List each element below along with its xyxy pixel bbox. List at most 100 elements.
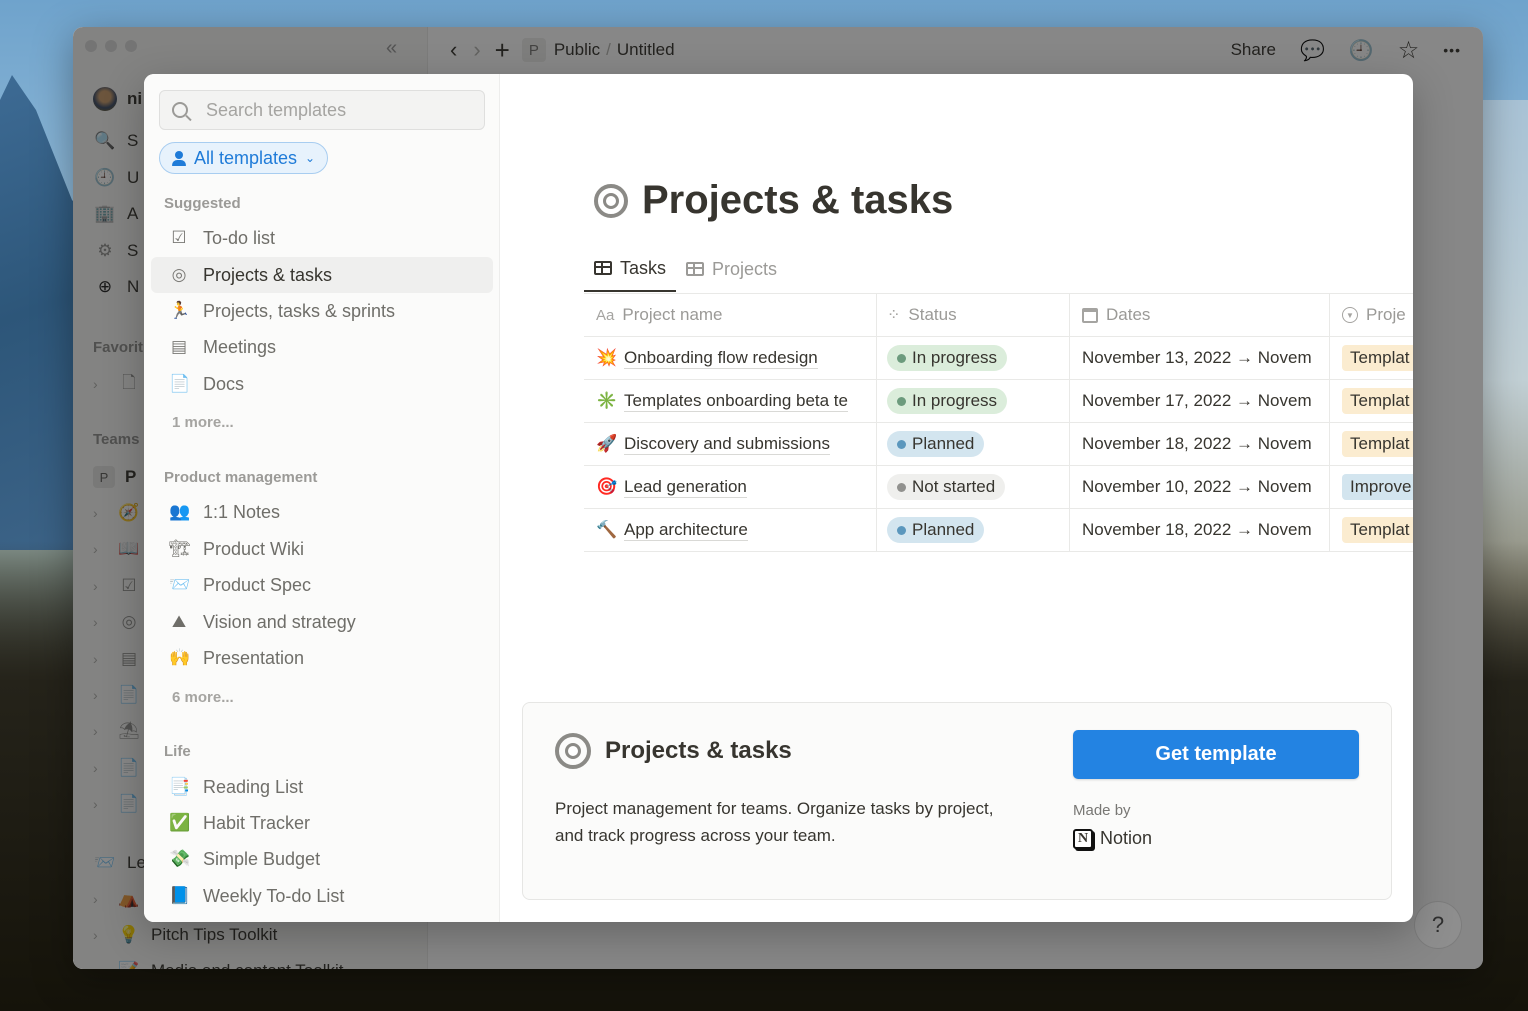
template-item[interactable]: 📑 Reading List xyxy=(151,769,493,805)
show-more-link[interactable]: 1 more... xyxy=(172,414,234,431)
task-emoji-icon: 🚀 xyxy=(596,434,618,453)
template-item[interactable]: 💸 Simple Budget xyxy=(151,841,493,877)
status-cell[interactable]: In progress xyxy=(877,380,1070,422)
project-cell[interactable]: Templat xyxy=(1330,509,1413,551)
search-icon xyxy=(172,102,188,118)
money-wings-icon: 💸 xyxy=(169,849,191,868)
search-templates-input[interactable] xyxy=(206,99,466,121)
project-tag: Templat xyxy=(1342,517,1413,543)
tab-projects[interactable]: Projects xyxy=(676,246,787,292)
template-item-label: Weekly To-do List xyxy=(203,885,345,906)
template-item[interactable]: ✅ Habit Tracker xyxy=(151,805,493,841)
column-header-project-name[interactable]: Aa Project name xyxy=(584,294,877,336)
inbox-icon: 📨 xyxy=(169,575,191,594)
column-header-project[interactable]: ▼ Proje xyxy=(1330,294,1413,336)
status-cell[interactable]: Planned xyxy=(877,423,1070,465)
column-header-status[interactable]: ⁘ Status xyxy=(877,294,1070,336)
status-cell[interactable]: In progress xyxy=(877,337,1070,379)
status-dot xyxy=(897,353,906,363)
task-name[interactable]: App architecture xyxy=(624,520,748,541)
search-templates-field[interactable] xyxy=(159,90,485,130)
task-name[interactable]: Onboarding flow redesign xyxy=(624,348,818,369)
table-row[interactable]: 🎯 Lead generation Not started November 10, … xyxy=(584,466,1413,509)
template-item[interactable]: ▤ Meetings xyxy=(151,329,493,365)
template-item[interactable]: 🙌 Presentation xyxy=(151,640,493,676)
template-item-label: Projects & tasks xyxy=(203,264,333,285)
author-name: Notion xyxy=(1100,828,1153,848)
status-badge: In progress xyxy=(887,388,1008,414)
template-item[interactable]: 👥 1:1 Notes xyxy=(151,494,493,530)
target-icon: ◎ xyxy=(171,265,187,284)
page-title: Projects & tasks xyxy=(642,178,954,222)
person-icon xyxy=(172,151,186,166)
task-emoji-icon: 🎯 xyxy=(596,477,618,496)
project-cell[interactable]: Templat xyxy=(1330,380,1413,422)
dates-cell[interactable]: November 18, 2022 → Novem xyxy=(1070,423,1330,465)
status-label: Planned xyxy=(912,520,975,539)
template-item-label: Vision and strategy xyxy=(203,611,356,632)
all-templates-filter[interactable]: All templates ⌄ xyxy=(159,142,329,174)
project-name-cell[interactable]: 🔨 App architecture xyxy=(584,509,877,551)
template-item[interactable]: 🏗 Product Wiki xyxy=(151,531,493,567)
task-name[interactable]: Lead generation xyxy=(624,477,747,498)
project-cell[interactable]: Templat xyxy=(1330,423,1413,465)
get-template-button[interactable]: Get template xyxy=(1073,730,1359,779)
date-range: November 17, 2022 → Novem xyxy=(1082,391,1312,410)
project-tag: Improve xyxy=(1342,474,1413,500)
template-item[interactable]: ⛰ Vision and strategy xyxy=(151,604,493,640)
check-mark-icon: ✅ xyxy=(169,813,191,832)
column-label: Status xyxy=(908,305,957,324)
preview-page-title: Projects & tasks xyxy=(594,178,953,223)
template-item[interactable]: 🏃 Projects, tasks & sprints xyxy=(151,293,493,329)
task-emoji-icon: ✳️ xyxy=(596,391,618,410)
table-header: Aa Project name ⁘ Status Dates ▼ Proje xyxy=(584,294,1413,337)
date-range: November 10, 2022 → Novem xyxy=(1082,477,1312,496)
template-item-label: Product Spec xyxy=(203,574,312,595)
chevron-down-icon: ⌄ xyxy=(305,151,316,165)
column-label: Proje xyxy=(1366,305,1406,324)
project-cell[interactable]: Templat xyxy=(1330,337,1413,379)
project-name-cell[interactable]: 🎯 Lead generation xyxy=(584,466,877,508)
date-range: November 13, 2022 → Novem xyxy=(1082,348,1312,367)
template-item[interactable]: 📘 Weekly To-do List xyxy=(151,878,493,914)
task-name[interactable]: Templates onboarding beta te xyxy=(624,391,848,412)
status-label: Planned xyxy=(912,434,975,453)
table-icon xyxy=(594,261,612,275)
status-property-icon: ⁘ xyxy=(887,307,901,324)
status-badge: Not started xyxy=(887,474,1006,500)
project-name-cell[interactable]: 🚀 Discovery and submissions xyxy=(584,423,877,465)
table-row[interactable]: ✳️ Templates onboarding beta te In progres… xyxy=(584,380,1413,423)
template-picker-modal: All templates ⌄ Suggested ☑ To-do list ◎ Pro… xyxy=(144,74,1413,922)
table-row[interactable]: 🚀 Discovery and submissions Planned Novembe… xyxy=(584,423,1413,466)
dates-cell[interactable]: November 13, 2022 → Novem xyxy=(1070,337,1330,379)
template-item[interactable]: ◎ Projects & tasks xyxy=(151,257,493,293)
column-header-dates[interactable]: Dates xyxy=(1070,294,1330,336)
task-emoji-icon: 💥 xyxy=(596,348,618,367)
template-item[interactable]: 📄 Docs xyxy=(151,366,493,402)
dates-cell[interactable]: November 10, 2022 → Novem xyxy=(1070,466,1330,508)
task-name[interactable]: Discovery and submissions xyxy=(624,434,830,455)
table-row[interactable]: 💥 Onboarding flow redesign In progress Nove… xyxy=(584,337,1413,380)
status-cell[interactable]: Planned xyxy=(877,509,1070,551)
template-item[interactable]: 📨 Product Spec xyxy=(151,567,493,603)
help-button[interactable]: ? xyxy=(1414,901,1462,949)
tab-tasks[interactable]: Tasks xyxy=(584,246,677,292)
project-cell[interactable]: Improve xyxy=(1330,466,1413,508)
document-icon: 📄 xyxy=(169,374,191,393)
project-name-cell[interactable]: 💥 Onboarding flow redesign xyxy=(584,337,877,379)
template-item-label: Meetings xyxy=(203,336,277,357)
status-dot xyxy=(897,439,906,449)
status-badge: In progress xyxy=(887,345,1008,371)
table-row[interactable]: 🔨 App architecture Planned November 18, 202… xyxy=(584,509,1413,552)
status-label: In progress xyxy=(912,391,998,410)
blue-book-icon: 📘 xyxy=(169,886,191,905)
template-author[interactable]: N Notion xyxy=(1073,828,1152,849)
dates-cell[interactable]: November 18, 2022 → Novem xyxy=(1070,509,1330,551)
dates-cell[interactable]: November 17, 2022 → Novem xyxy=(1070,380,1330,422)
project-name-cell[interactable]: ✳️ Templates onboarding beta te xyxy=(584,380,877,422)
template-item[interactable]: ☑ To-do list xyxy=(151,220,493,256)
status-cell[interactable]: Not started xyxy=(877,466,1070,508)
status-dot xyxy=(897,396,906,406)
date-range: November 18, 2022 → Novem xyxy=(1082,520,1312,539)
show-more-link[interactable]: 6 more... xyxy=(172,689,234,706)
